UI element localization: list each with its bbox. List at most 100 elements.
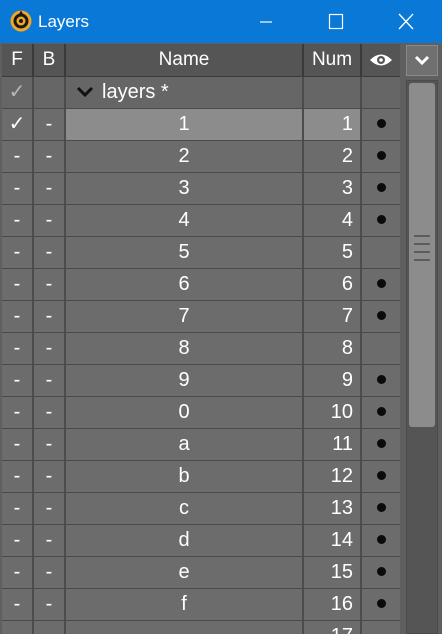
visibility-cell[interactable] xyxy=(362,333,400,364)
flag-cell[interactable]: - xyxy=(2,333,34,364)
flag-cell[interactable]: - xyxy=(2,429,34,460)
column-header-f[interactable]: F xyxy=(2,44,34,76)
visibility-cell[interactable] xyxy=(362,493,400,524)
visibility-cell[interactable] xyxy=(362,141,400,172)
maximize-button[interactable] xyxy=(310,0,362,43)
flag-cell[interactable]: - xyxy=(2,173,34,204)
layer-num-cell[interactable]: 13 xyxy=(304,493,362,524)
b-cell[interactable]: - xyxy=(34,173,66,204)
table-row[interactable]: --88 xyxy=(2,333,400,365)
table-row[interactable]: - - d 14 xyxy=(2,525,400,557)
layer-name-cell[interactable]: 5 xyxy=(66,237,304,268)
layer-name-cell[interactable] xyxy=(66,621,304,634)
visibility-cell[interactable] xyxy=(362,397,400,428)
layer-name-cell[interactable]: 7 xyxy=(66,301,304,332)
visibility-cell[interactable] xyxy=(362,205,400,236)
column-header-num[interactable]: Num xyxy=(304,44,362,76)
column-header-b[interactable]: B xyxy=(34,44,66,76)
flag-cell[interactable]: - xyxy=(2,525,34,556)
column-header-visibility[interactable] xyxy=(362,44,400,76)
layer-num-cell[interactable]: 4 xyxy=(304,205,362,236)
table-row[interactable]: - - f 16 xyxy=(2,589,400,621)
layer-name-cell[interactable]: a xyxy=(66,429,304,460)
column-header-name[interactable]: Name xyxy=(66,44,304,76)
flag-cell[interactable]: - xyxy=(2,461,34,492)
flag-cell[interactable]: - xyxy=(2,237,34,268)
visibility-cell[interactable] xyxy=(362,173,400,204)
layer-num-cell[interactable]: 6 xyxy=(304,269,362,300)
b-cell[interactable]: - xyxy=(34,589,66,620)
layers-app-icon[interactable] xyxy=(10,10,32,32)
table-row[interactable]: --77 xyxy=(2,301,400,333)
visibility-cell[interactable] xyxy=(362,365,400,396)
table-row[interactable]: --44 xyxy=(2,205,400,237)
layer-num-cell[interactable]: 2 xyxy=(304,141,362,172)
layer-num-cell[interactable]: 5 xyxy=(304,237,362,268)
table-row[interactable]: - - e 15 xyxy=(2,557,400,589)
visibility-cell[interactable] xyxy=(362,525,400,556)
b-cell[interactable]: - xyxy=(34,301,66,332)
table-row[interactable]: - - c 13 xyxy=(2,493,400,525)
chevron-down-icon[interactable] xyxy=(76,86,94,98)
layer-num-cell[interactable]: 1 xyxy=(304,109,362,140)
table-row[interactable]: --22 xyxy=(2,141,400,173)
layer-name-cell[interactable]: 8 xyxy=(66,333,304,364)
layer-name-cell[interactable]: 0 xyxy=(66,397,304,428)
layer-num-cell[interactable]: 10 xyxy=(304,397,362,428)
close-button[interactable] xyxy=(380,0,432,43)
flag-cell[interactable]: - xyxy=(2,589,34,620)
b-cell[interactable]: - xyxy=(34,205,66,236)
layer-num-cell[interactable]: 7 xyxy=(304,301,362,332)
flag-cell[interactable]: - xyxy=(2,621,34,634)
visibility-cell[interactable] xyxy=(362,589,400,620)
layer-name-cell[interactable]: 6 xyxy=(66,269,304,300)
layer-name-cell[interactable]: 2 xyxy=(66,141,304,172)
flag-cell[interactable]: ✓ xyxy=(2,109,34,140)
layer-name-cell[interactable]: 9 xyxy=(66,365,304,396)
flag-cell[interactable]: - xyxy=(2,301,34,332)
table-row[interactable]: - -0 10 xyxy=(2,397,400,429)
group-row-layers[interactable]: ✓ layers * xyxy=(2,77,400,109)
panel-menu-button[interactable] xyxy=(406,45,438,76)
b-cell[interactable]: - xyxy=(34,461,66,492)
layer-num-cell[interactable]: 14 xyxy=(304,525,362,556)
b-cell[interactable]: - xyxy=(34,525,66,556)
table-row[interactable]: --99 xyxy=(2,365,400,397)
b-cell[interactable]: - xyxy=(34,109,66,140)
group-flag-check[interactable]: ✓ xyxy=(2,77,34,108)
layer-name-cell[interactable]: d xyxy=(66,525,304,556)
b-cell[interactable]: - xyxy=(34,365,66,396)
flag-cell[interactable]: - xyxy=(2,557,34,588)
layer-name-cell[interactable]: 4 xyxy=(66,205,304,236)
table-row[interactable]: -- 17 xyxy=(2,621,400,634)
layer-name-cell[interactable]: f xyxy=(66,589,304,620)
b-cell[interactable]: - xyxy=(34,397,66,428)
scrollbar-thumb[interactable] xyxy=(409,83,435,427)
layer-name-cell[interactable]: b xyxy=(66,461,304,492)
b-cell[interactable]: - xyxy=(34,269,66,300)
table-row[interactable]: --66 xyxy=(2,269,400,301)
minimize-button[interactable] xyxy=(240,0,292,43)
layer-num-cell[interactable]: 15 xyxy=(304,557,362,588)
visibility-cell[interactable] xyxy=(362,429,400,460)
vertical-scrollbar[interactable] xyxy=(406,80,438,634)
visibility-cell[interactable] xyxy=(362,621,400,634)
table-row[interactable]: --33 xyxy=(2,173,400,205)
b-cell[interactable]: - xyxy=(34,333,66,364)
flag-cell[interactable]: - xyxy=(2,269,34,300)
group-b-cell[interactable] xyxy=(34,77,66,108)
layer-num-cell[interactable]: 8 xyxy=(304,333,362,364)
b-cell[interactable]: - xyxy=(34,237,66,268)
visibility-cell[interactable] xyxy=(362,557,400,588)
table-row[interactable]: --55 xyxy=(2,237,400,269)
visibility-cell[interactable] xyxy=(362,461,400,492)
layer-name-cell[interactable]: 3 xyxy=(66,173,304,204)
b-cell[interactable]: - xyxy=(34,141,66,172)
group-name-cell[interactable]: layers * xyxy=(66,77,304,108)
table-row[interactable]: - - a 11 xyxy=(2,429,400,461)
flag-cell[interactable]: - xyxy=(2,397,34,428)
flag-cell[interactable]: - xyxy=(2,365,34,396)
layer-num-cell[interactable]: 3 xyxy=(304,173,362,204)
layer-num-cell[interactable]: 9 xyxy=(304,365,362,396)
flag-cell[interactable]: - xyxy=(2,141,34,172)
